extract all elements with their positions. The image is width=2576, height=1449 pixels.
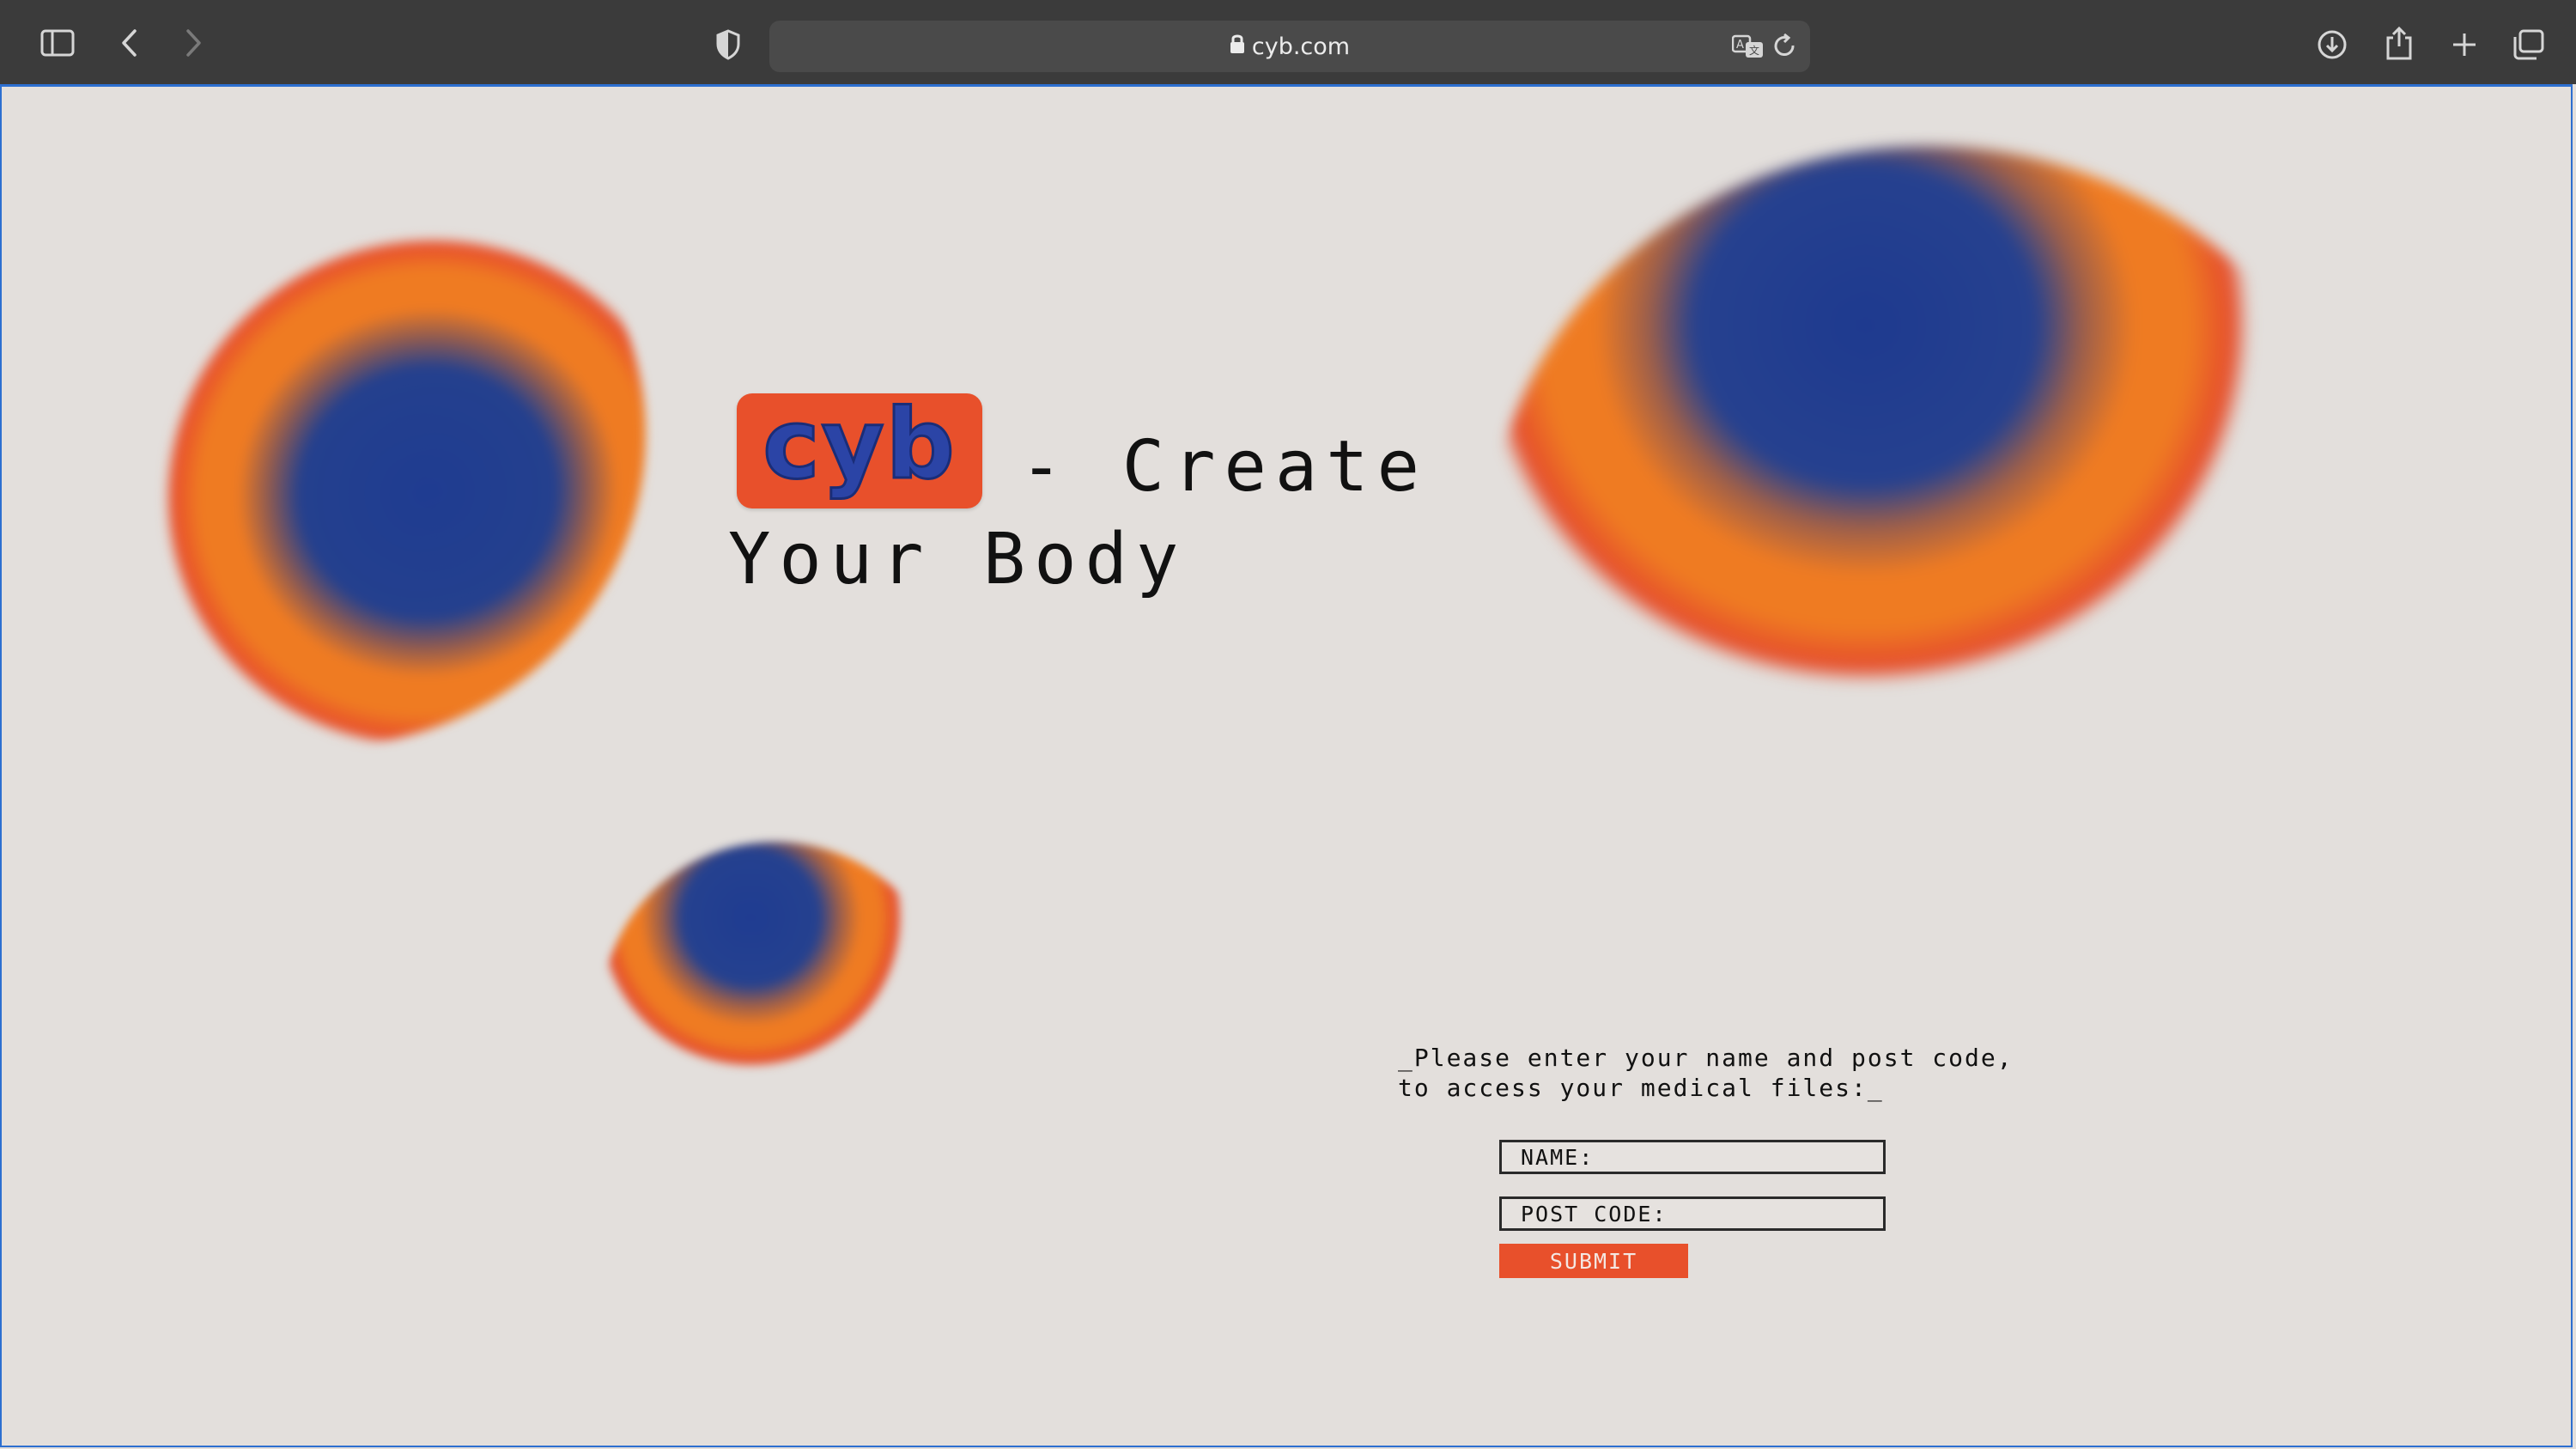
- translate-icon[interactable]: A文: [1731, 31, 1765, 62]
- url-text: cyb.com: [1251, 33, 1351, 60]
- cyb-logo: cyb: [737, 393, 982, 508]
- gradient-orb-small: [601, 842, 949, 1185]
- post-code-input[interactable]: [1499, 1196, 1886, 1231]
- share-icon[interactable]: [2382, 24, 2416, 62]
- shield-icon[interactable]: [713, 27, 744, 62]
- gradient-orb-right: [1489, 146, 2365, 962]
- browser-toolbar: cyb.com A文: [0, 0, 2576, 84]
- lock-icon: [1230, 33, 1245, 60]
- chevron-left-icon[interactable]: [117, 26, 143, 60]
- name-input[interactable]: [1499, 1140, 1886, 1174]
- tabs-overview-icon[interactable]: [2511, 27, 2547, 62]
- reload-icon[interactable]: [1771, 31, 1800, 62]
- svg-text:文: 文: [1749, 44, 1759, 57]
- page-title-line2: Your Body: [728, 519, 1188, 600]
- submit-button[interactable]: SUBMIT: [1499, 1244, 1688, 1278]
- plus-icon[interactable]: [2447, 27, 2482, 62]
- download-icon[interactable]: [2315, 27, 2349, 62]
- logo-text: cyb: [762, 389, 957, 501]
- page-title-line1: - Create: [1020, 426, 1428, 508]
- sidebar-icon[interactable]: [38, 27, 77, 58]
- address-bar[interactable]: cyb.com A文: [769, 21, 1810, 72]
- svg-text:A: A: [1736, 39, 1744, 52]
- chevron-right-icon[interactable]: [180, 26, 206, 60]
- form-prompt: _Please enter your name and post code, t…: [1398, 1044, 2014, 1102]
